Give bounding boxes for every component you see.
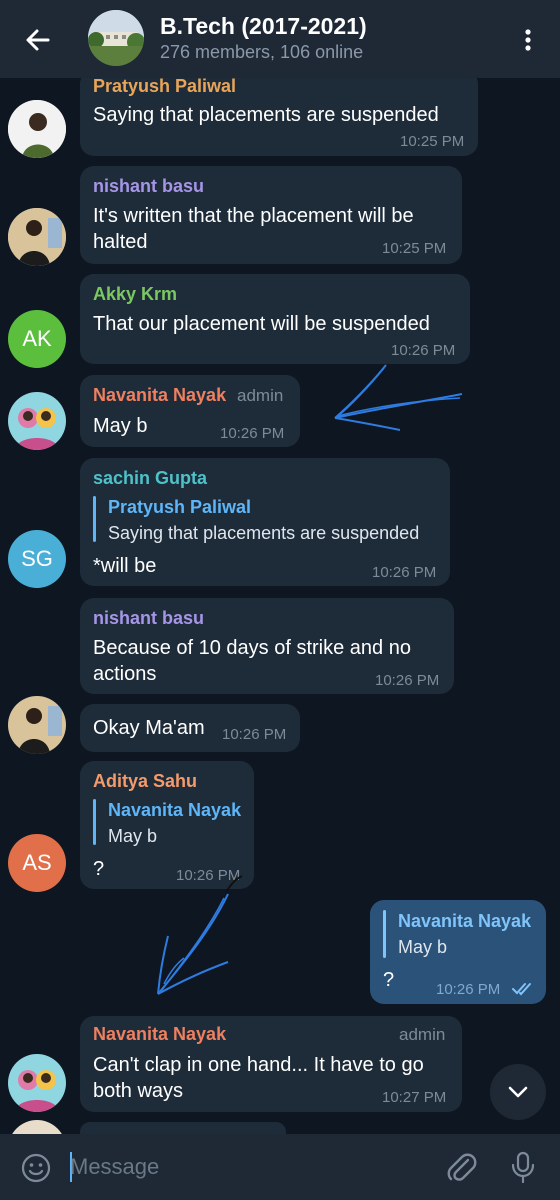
annotation-arrow: [334, 364, 463, 431]
sender-name[interactable]: Aditya Sahu: [93, 771, 197, 792]
message-input[interactable]: [70, 1148, 430, 1186]
message-bubble[interactable]: sachin Gupta Pratyush Paliwal Saying tha…: [80, 458, 450, 586]
message-time: 10:25 PM: [400, 133, 465, 150]
message-text: May b: [93, 415, 148, 437]
message-text: *will be: [93, 555, 157, 577]
more-button[interactable]: [514, 26, 542, 54]
avatar[interactable]: [8, 696, 66, 754]
message-text: halted: [93, 231, 148, 253]
message-time: 10:26 PM: [391, 342, 456, 359]
chat-header[interactable]: B.Tech (2017-2021) 276 members, 106 onli…: [0, 0, 560, 78]
avatar-initials: AK: [22, 326, 52, 351]
message-text: Because of 10 days of strike and no: [93, 637, 411, 659]
scroll-down-button[interactable]: [490, 1064, 546, 1120]
avatar[interactable]: AS: [8, 834, 66, 892]
attach-icon: [447, 1153, 477, 1181]
mic-icon: [511, 1151, 535, 1184]
sender-name[interactable]: nishant basu: [93, 176, 204, 197]
more-vert-icon: [525, 29, 531, 51]
sender-name[interactable]: nishant basu: [93, 608, 204, 629]
sender-name[interactable]: sachin Gupta: [93, 468, 207, 489]
chat-member-count: 276 members, 106 online: [160, 42, 364, 62]
reply-text[interactable]: May b: [108, 826, 157, 847]
emoji-icon: [21, 1153, 51, 1183]
admin-badge: admin: [399, 1025, 446, 1044]
reply-text[interactable]: Saying that placements are suspended: [108, 523, 419, 544]
sender-name[interactable]: Pratyush Paliwal: [93, 76, 236, 97]
message-time: 10:26 PM: [372, 564, 437, 581]
message-bubble[interactable]: nishant basu Because of 10 days of strik…: [80, 598, 454, 694]
avatar[interactable]: AK: [8, 310, 66, 368]
reply-text[interactable]: May b: [398, 937, 447, 958]
message-bubble[interactable]: Okay Ma'am 10:26 PM: [80, 704, 300, 752]
chat-title[interactable]: B.Tech (2017-2021): [160, 13, 367, 40]
reply-sender[interactable]: Navanita Nayak: [398, 911, 531, 932]
emoji-button[interactable]: [20, 1152, 52, 1184]
message-bubble[interactable]: Akky Krm That our placement will be susp…: [80, 274, 470, 364]
avatar-initials: AS: [22, 850, 52, 875]
message-text: ?: [93, 858, 105, 880]
attach-button[interactable]: [444, 1150, 478, 1184]
message-time: 10:26 PM: [436, 981, 501, 998]
reply-bar: [93, 799, 96, 845]
back-arrow-icon: [26, 29, 50, 51]
message-text: Saying that placements are suspended: [93, 104, 439, 126]
double-check-icon: [512, 983, 531, 996]
message-bubble[interactable]: Navanita Nayak admin Can't clap in one h…: [80, 1016, 462, 1112]
sender-name[interactable]: Navanita Nayak: [93, 385, 226, 406]
chevron-down-icon: [508, 1086, 528, 1098]
message-time: 10:27 PM: [382, 1089, 447, 1106]
message-input-bar: [0, 1134, 560, 1200]
avatar-initials: SG: [21, 546, 53, 571]
group-avatar[interactable]: [88, 10, 144, 66]
message-text: ?: [383, 969, 395, 991]
avatar[interactable]: [8, 392, 66, 450]
reply-bar: [93, 496, 96, 542]
message-time: 10:26 PM: [220, 425, 285, 442]
outgoing-message-bubble[interactable]: Navanita Nayak May b ? 10:26 PM: [370, 900, 546, 1004]
reply-sender[interactable]: Navanita Nayak: [108, 800, 241, 821]
back-button[interactable]: [22, 24, 54, 56]
sender-name[interactable]: Akky Krm: [93, 284, 177, 305]
avatar[interactable]: [8, 208, 66, 266]
avatar[interactable]: [8, 1054, 66, 1112]
message-bubble[interactable]: Pratyush Paliwal Saying that placements …: [80, 70, 478, 156]
message-time: 10:26 PM: [222, 726, 287, 743]
avatar[interactable]: [8, 100, 66, 158]
message-text: Can't clap in one hand... It have to go: [93, 1054, 424, 1076]
reply-sender[interactable]: Pratyush Paliwal: [108, 497, 251, 518]
voice-record-button[interactable]: [508, 1150, 538, 1184]
message-bubble[interactable]: Navanita Nayak admin May b 10:26 PM: [80, 375, 300, 447]
message-time: 10:26 PM: [375, 672, 440, 689]
sender-name[interactable]: Navanita Nayak: [93, 1024, 226, 1045]
message-text: It's written that the placement will be: [93, 205, 414, 227]
message-text: both ways: [93, 1080, 184, 1102]
message-text: Okay Ma'am: [93, 717, 205, 739]
annotation-arrow: [157, 875, 243, 995]
message-time: 10:25 PM: [382, 240, 447, 257]
message-bubble[interactable]: nishant basu It's written that the place…: [80, 166, 462, 264]
message-bubble[interactable]: Aditya Sahu Navanita Nayak May b ? 10:26…: [80, 761, 254, 889]
admin-badge: admin: [237, 386, 284, 405]
reply-bar: [383, 910, 386, 958]
avatar[interactable]: SG: [8, 530, 66, 588]
message-text: That our placement will be suspended: [93, 313, 430, 335]
message-text: actions: [93, 663, 157, 685]
